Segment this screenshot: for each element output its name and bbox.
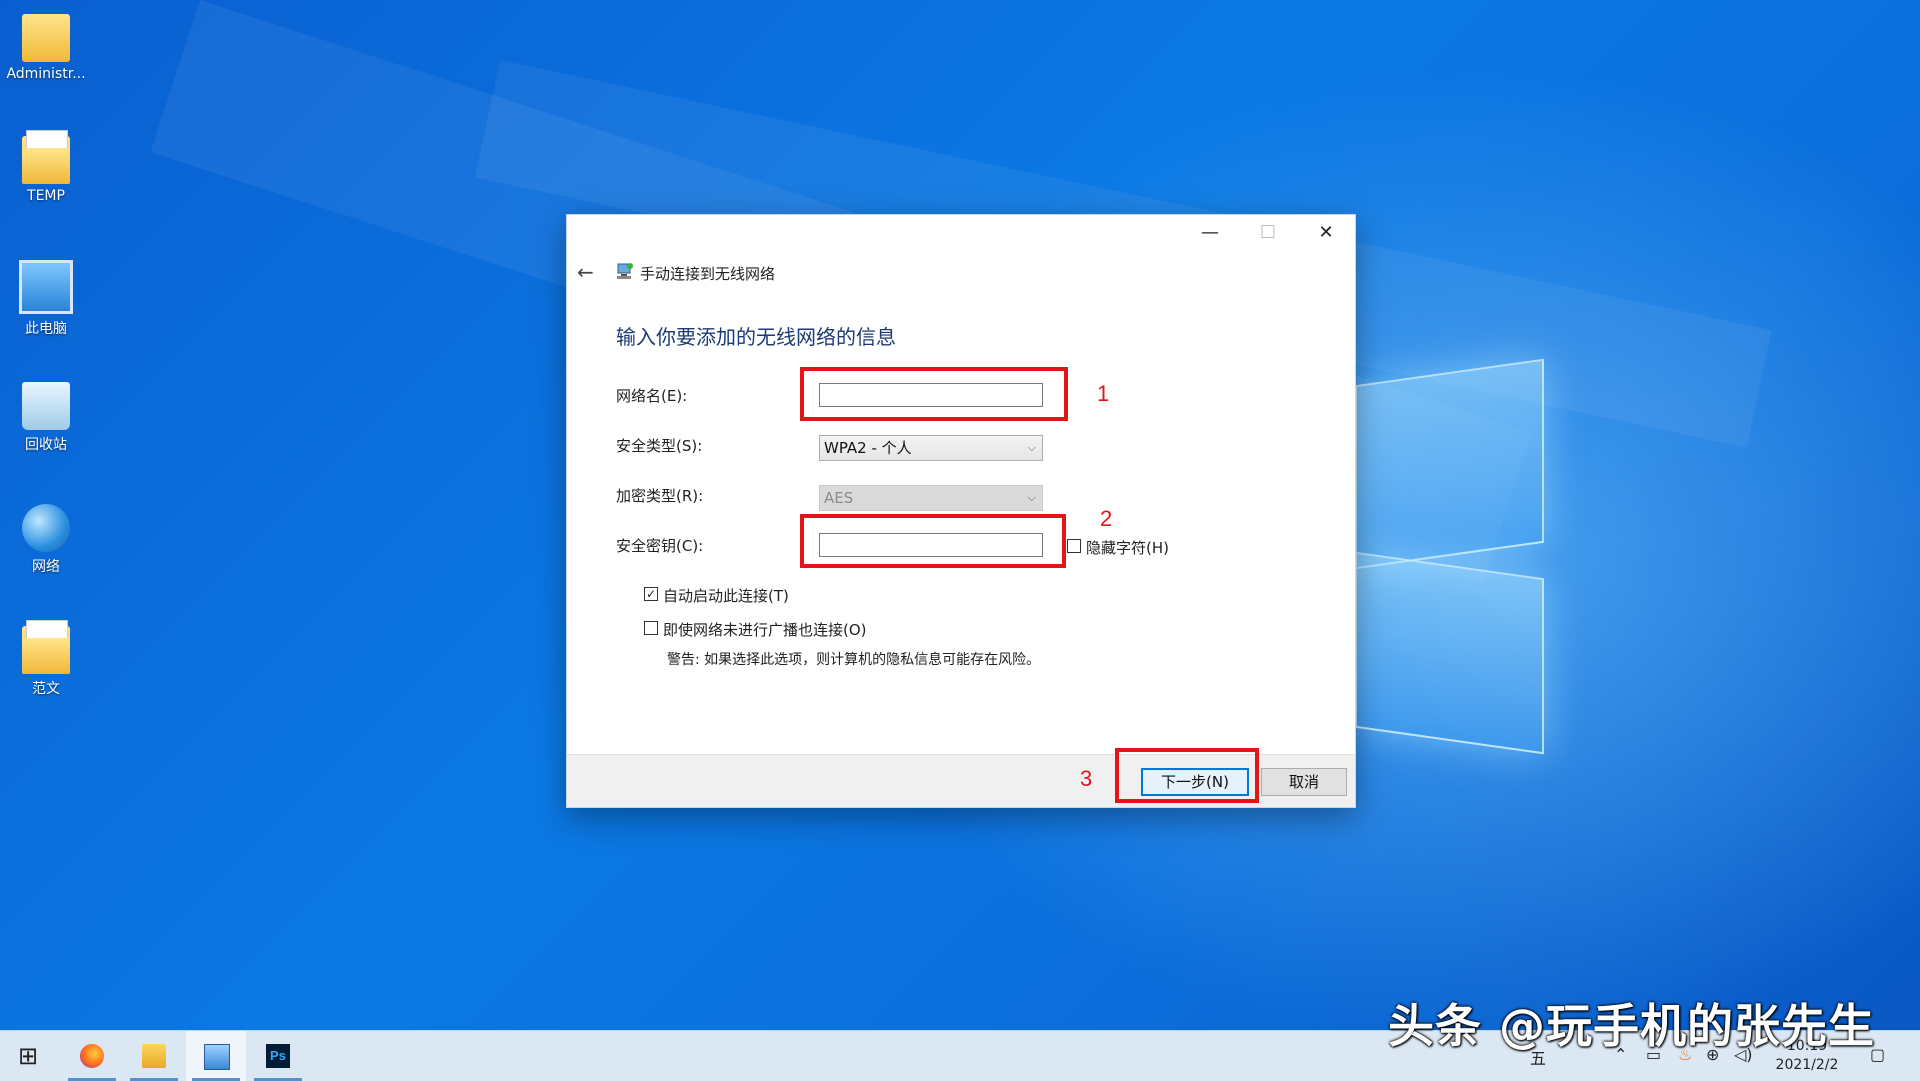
annotation-number-3: 3 <box>1080 766 1093 791</box>
desktop-icon-label: Administr... <box>6 66 86 82</box>
taskbar-firefox[interactable] <box>62 1031 122 1081</box>
desktop-icon-label: 回收站 <box>25 437 67 453</box>
watermark: 头条 @玩手机的张先生 <box>1388 999 1876 1053</box>
privacy-warning: 警告: 如果选择此选项，则计算机的隐私信息可能存在风险。 <box>667 652 1041 668</box>
firefox-icon <box>80 1044 104 1068</box>
user-folder-icon <box>22 14 70 62</box>
folder-icon <box>22 620 70 674</box>
security-type-value: WPA2 - 个人 <box>824 439 912 457</box>
network-connection-icon <box>617 263 633 279</box>
minimize-button[interactable]: — <box>1181 215 1239 251</box>
desktop-icon-label: TEMP <box>27 188 65 204</box>
start-button[interactable]: ⊞ <box>0 1031 60 1081</box>
taskbar-file-explorer[interactable] <box>124 1031 184 1081</box>
windows-logo-icon: ⊞ <box>18 1042 39 1070</box>
taskbar-control-panel[interactable] <box>186 1031 246 1081</box>
close-button[interactable]: ✕ <box>1297 215 1355 251</box>
cancel-button[interactable]: 取消 <box>1261 768 1347 796</box>
desktop-icon-recycle-bin[interactable]: 回收站 <box>0 374 92 454</box>
manual-wireless-connect-dialog: — ☐ ✕ ← 手动连接到无线网络 输入你要添加的无线网络的信息 网络名(E):… <box>566 214 1356 808</box>
encryption-type-select: AES ⌵ <box>819 485 1043 511</box>
network-name-label: 网络名(E): <box>616 387 688 405</box>
desktop-icon-fanwen[interactable]: 范文 <box>0 618 92 698</box>
hide-characters-checkbox[interactable] <box>1067 539 1081 553</box>
desktop-icon-label: 网络 <box>32 559 60 575</box>
security-type-label: 安全类型(S): <box>616 437 703 455</box>
desktop-icon-label: 此电脑 <box>25 321 67 337</box>
desktop-icon-network[interactable]: 网络 <box>0 496 92 576</box>
auto-connect-checkbox[interactable]: ✓ <box>644 587 658 601</box>
clock-date: 2021/2/2 <box>1775 1057 1839 1073</box>
recycle-bin-icon <box>22 382 70 430</box>
auto-connect-label: 自动启动此连接(T) <box>663 587 789 605</box>
hide-characters-label: 隐藏字符(H) <box>1086 539 1169 557</box>
maximize-button[interactable]: ☐ <box>1239 215 1297 251</box>
desktop-icon-this-pc[interactable]: 此电脑 <box>0 252 92 338</box>
connect-hidden-label: 即使网络未进行广播也连接(O) <box>663 621 867 639</box>
back-arrow-icon[interactable]: ← <box>577 260 594 284</box>
dialog-heading: 输入你要添加的无线网络的信息 <box>616 325 896 349</box>
computer-icon <box>19 260 73 314</box>
security-key-label: 安全密钥(C): <box>616 537 704 555</box>
network-icon <box>22 504 70 552</box>
connect-hidden-checkbox[interactable] <box>644 621 658 635</box>
annotation-box-1 <box>800 367 1068 421</box>
annotation-box-2 <box>800 514 1066 568</box>
chevron-down-icon: ⌵ <box>1027 491 1036 504</box>
annotation-number-1: 1 <box>1097 381 1110 406</box>
dialog-title: 手动连接到无线网络 <box>640 265 776 283</box>
security-type-select[interactable]: WPA2 - 个人 ⌵ <box>819 435 1043 461</box>
annotation-number-2: 2 <box>1100 506 1113 531</box>
file-explorer-icon <box>142 1044 166 1068</box>
desktop-icon-temp[interactable]: TEMP <box>0 128 92 204</box>
encryption-type-value: AES <box>824 489 854 507</box>
desktop-icon-label: 范文 <box>32 681 60 697</box>
photoshop-icon: Ps <box>266 1044 290 1068</box>
annotation-box-3 <box>1115 748 1259 803</box>
chevron-down-icon: ⌵ <box>1027 441 1036 454</box>
control-panel-icon <box>204 1044 230 1070</box>
encryption-type-label: 加密类型(R): <box>616 487 704 505</box>
folder-icon <box>22 130 70 184</box>
taskbar-photoshop[interactable]: Ps <box>248 1031 308 1081</box>
desktop-icon-administrator[interactable]: Administr... <box>0 6 92 82</box>
